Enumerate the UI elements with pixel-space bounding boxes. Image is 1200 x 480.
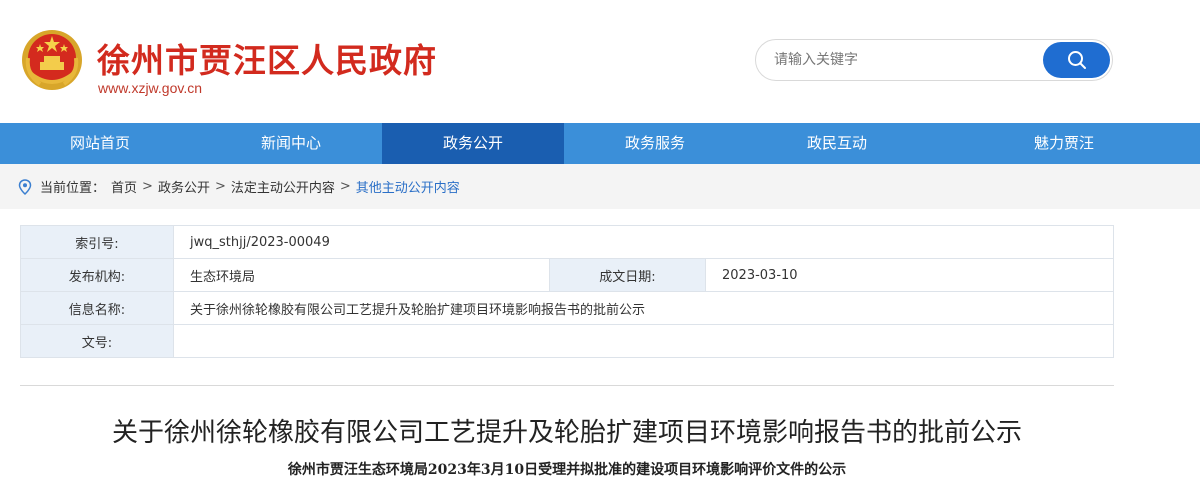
nav-item-home[interactable]: 网站首页 [0, 123, 200, 164]
nav-item-interaction[interactable]: 政民互动 [746, 123, 928, 164]
publisher-label: 发布机构: [20, 258, 174, 292]
index-value: jwq_sthjj/2023-00049 [173, 225, 1114, 259]
nav-item-gov-affairs[interactable]: 政务公开 [382, 123, 564, 164]
main-nav: 网站首页 新闻中心 政务公开 政务服务 政民互动 魅力贾汪 [0, 123, 1200, 164]
search-input[interactable] [774, 40, 1034, 80]
site-header: 徐州市贾汪区人民政府 www.xzjw.gov.cn [0, 0, 1200, 123]
breadcrumb-gov-affairs[interactable]: 政务公开 [158, 177, 210, 196]
doc-number-label: 文号: [20, 324, 174, 358]
nav-item-charm-jiawang[interactable]: 魅力贾汪 [928, 123, 1200, 164]
location-pin-icon [18, 178, 32, 195]
table-row: 文号: [20, 324, 1114, 358]
date-label: 成文日期: [549, 258, 706, 292]
search-button[interactable] [1043, 42, 1110, 78]
article-subtitle: 徐州市贾汪生态环境局2023年3月10日受理并拟批准的建设项目环境影响评价文件的… [287, 462, 847, 478]
breadcrumb-separator: > [214, 179, 226, 194]
breadcrumb-current[interactable]: 其他主动公开内容 [356, 177, 460, 196]
table-row: 信息名称: 关于徐州徐轮橡胶有限公司工艺提升及轮胎扩建项目环境影响报告书的批前公… [20, 291, 1114, 325]
date-value: 2023-03-10 [705, 258, 1114, 292]
search-icon [1067, 50, 1087, 70]
name-label: 信息名称: [20, 291, 174, 325]
site-title[interactable]: 徐州市贾汪区人民政府 [97, 34, 437, 82]
info-table: 索引号: jwq_sthjj/2023-00049 发布机构: 生态环境局 成文… [20, 225, 1114, 358]
breadcrumb-prefix: 当前位置： [40, 181, 106, 196]
breadcrumb-separator: > [142, 179, 153, 194]
national-emblem-icon[interactable] [20, 28, 84, 92]
search-box [755, 39, 1113, 81]
publisher-value: 生态环境局 [173, 258, 550, 292]
breadcrumb-statutory[interactable]: 法定主动公开内容 [231, 177, 335, 196]
table-row: 索引号: jwq_sthjj/2023-00049 [20, 225, 1114, 259]
breadcrumb-separator: > [339, 179, 351, 194]
nav-item-news[interactable]: 新闻中心 [200, 123, 382, 164]
name-value: 关于徐州徐轮橡胶有限公司工艺提升及轮胎扩建项目环境影响报告书的批前公示 [173, 291, 1114, 325]
divider [20, 385, 1114, 386]
breadcrumb: 当前位置： 首页 > 政务公开 > 法定主动公开内容 > 其他主动公开内容 [0, 164, 1200, 209]
doc-number-value [173, 324, 1114, 358]
index-label: 索引号: [20, 225, 174, 259]
site-url[interactable]: www.xzjw.gov.cn [98, 80, 202, 96]
breadcrumb-home[interactable]: 首页 [111, 177, 137, 196]
article-title: 关于徐州徐轮橡胶有限公司工艺提升及轮胎扩建项目环境影响报告书的批前公示 [111, 418, 1022, 448]
nav-item-gov-services[interactable]: 政务服务 [564, 123, 746, 164]
table-row: 发布机构: 生态环境局 成文日期: 2023-03-10 [20, 258, 1114, 292]
